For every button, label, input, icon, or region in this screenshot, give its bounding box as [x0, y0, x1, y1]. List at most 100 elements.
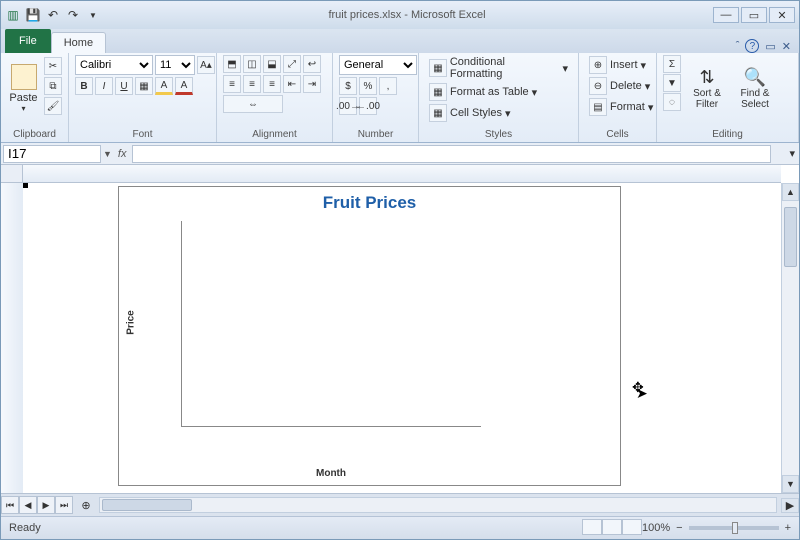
decrease-decimal-icon[interactable]: ←.00	[359, 97, 377, 115]
align-top-icon[interactable]: ⬒	[223, 55, 241, 73]
percent-icon[interactable]: %	[359, 77, 377, 95]
last-sheet-button[interactable]: ⏭	[55, 496, 73, 514]
decrease-indent-icon[interactable]: ⇤	[283, 75, 301, 93]
hscroll-thumb[interactable]	[102, 499, 192, 511]
increase-indent-icon[interactable]: ⇥	[303, 75, 321, 93]
autosum-icon[interactable]: Σ	[663, 55, 681, 73]
embedded-chart[interactable]: Fruit Prices Price Month	[118, 186, 621, 486]
accounting-icon[interactable]: $	[339, 77, 357, 95]
row-headers[interactable]	[1, 183, 23, 493]
format-painter-icon[interactable]: 🖌	[44, 97, 62, 115]
align-left-icon[interactable]: ≡	[223, 75, 241, 93]
page-break-view-icon[interactable]	[622, 519, 642, 535]
format-table-icon: ▦	[429, 83, 447, 101]
cell-styles-button[interactable]: ▦Cell Styles ▾	[425, 103, 515, 123]
save-icon[interactable]: 💾	[25, 7, 41, 23]
first-sheet-button[interactable]: ⏮	[1, 496, 19, 514]
wrap-text-icon[interactable]: ↩	[303, 55, 321, 73]
font-size-select[interactable]: 11	[155, 55, 195, 75]
tab-file[interactable]: File	[5, 29, 51, 53]
view-buttons[interactable]	[582, 519, 642, 538]
sort-filter-icon: ⇅	[699, 67, 714, 88]
normal-view-icon[interactable]	[582, 519, 602, 535]
quick-access-toolbar: ▥ 💾 ↶ ↷ ▼	[5, 7, 101, 23]
copy-icon[interactable]: ⧉	[44, 77, 62, 95]
format-as-table-button[interactable]: ▦Format as Table ▾	[425, 82, 541, 102]
font-name-select[interactable]: Calibri	[75, 55, 153, 75]
scroll-down-button[interactable]: ▼	[782, 475, 799, 493]
paste-button[interactable]: Paste ▾	[7, 55, 40, 121]
underline-button[interactable]: U	[115, 77, 133, 95]
insert-cells-button[interactable]: ⊕Insert ▾	[585, 55, 650, 75]
zoom-in-button[interactable]: +	[785, 522, 791, 534]
tab-home[interactable]: Home	[51, 32, 106, 53]
comma-icon[interactable]: ,	[379, 77, 397, 95]
number-format-select[interactable]: General	[339, 55, 417, 75]
merge-center-icon[interactable]: ⇔	[223, 95, 283, 113]
fill-icon[interactable]: ▼	[663, 74, 681, 92]
sheet-tab-bar: ⏮ ◀ ▶ ⏭ ⊕ ▶	[1, 493, 799, 516]
expand-formula-bar-icon[interactable]: ▾	[789, 147, 799, 160]
group-styles-label: Styles	[425, 127, 572, 140]
zoom-out-button[interactable]: −	[676, 522, 682, 534]
excel-icon: ▥	[5, 7, 21, 23]
cut-icon[interactable]: ✂	[44, 57, 62, 75]
restore-button[interactable]: ▭	[741, 7, 767, 23]
align-bottom-icon[interactable]: ⬓	[263, 55, 281, 73]
ribbon: Paste ▾ ✂ ⧉ 🖌 Clipboard Calibri 11 A▴ B …	[1, 53, 799, 143]
align-middle-icon[interactable]: ◫	[243, 55, 261, 73]
formula-input[interactable]	[132, 145, 771, 163]
help-icon[interactable]: ?	[745, 39, 759, 53]
new-sheet-button[interactable]: ⊕	[77, 499, 95, 512]
scroll-up-button[interactable]: ▲	[782, 183, 799, 201]
sort-filter-button[interactable]: ⇅ Sort & Filter	[685, 55, 729, 121]
name-box[interactable]	[3, 145, 101, 163]
group-font-label: Font	[75, 127, 210, 140]
window-options-icon[interactable]: ▭	[765, 40, 775, 53]
column-headers[interactable]	[23, 165, 781, 183]
next-sheet-button[interactable]: ▶	[37, 496, 55, 514]
minimize-button[interactable]: —	[713, 7, 739, 23]
align-right-icon[interactable]: ≡	[263, 75, 281, 93]
minimize-ribbon-icon[interactable]: ˆ	[736, 40, 740, 52]
increase-font-icon[interactable]: A▴	[197, 56, 215, 74]
chart-y-tick-labels	[135, 221, 179, 427]
insert-icon: ⊕	[589, 56, 607, 74]
active-cell[interactable]	[23, 183, 27, 187]
horizontal-scrollbar[interactable]	[99, 497, 777, 513]
find-select-button[interactable]: 🔍 Find & Select	[733, 55, 777, 121]
select-all-corner[interactable]	[1, 165, 23, 183]
namebox-dropdown-icon[interactable]: ▼	[103, 149, 112, 159]
bold-button[interactable]: B	[75, 77, 93, 95]
paste-label: Paste	[9, 92, 37, 104]
align-center-icon[interactable]: ≡	[243, 75, 261, 93]
inner-close-icon[interactable]: ✕	[782, 40, 791, 53]
cells-area[interactable]: Fruit Prices Price Month ✥➤	[23, 183, 799, 493]
vscroll-thumb[interactable]	[784, 207, 797, 267]
fill-color-icon[interactable]: A	[155, 77, 173, 95]
zoom-slider[interactable]	[689, 526, 779, 530]
qat-dropdown-icon[interactable]: ▼	[85, 7, 101, 23]
clear-icon[interactable]: ◌	[663, 93, 681, 111]
format-icon: ▤	[589, 98, 607, 116]
increase-decimal-icon[interactable]: .00→	[339, 97, 357, 115]
redo-icon[interactable]: ↷	[65, 7, 81, 23]
font-color-icon[interactable]: A	[175, 77, 193, 95]
worksheet-grid[interactable]: Fruit Prices Price Month ✥➤ ▲ ▼	[1, 165, 799, 493]
prev-sheet-button[interactable]: ◀	[19, 496, 37, 514]
page-layout-view-icon[interactable]	[602, 519, 622, 535]
border-icon[interactable]: ▦	[135, 77, 153, 95]
italic-button[interactable]: I	[95, 77, 113, 95]
close-button[interactable]: ✕	[769, 7, 795, 23]
format-cells-button[interactable]: ▤Format ▾	[585, 97, 657, 117]
undo-icon[interactable]: ↶	[45, 7, 61, 23]
conditional-formatting-button[interactable]: ▦Conditional Formatting ▾	[425, 55, 572, 81]
vertical-scrollbar[interactable]: ▲ ▼	[781, 183, 799, 493]
delete-cells-button[interactable]: ⊖Delete ▾	[585, 76, 654, 96]
fx-icon[interactable]: fx	[112, 148, 133, 160]
zoom-level[interactable]: 100%	[642, 522, 670, 534]
scroll-right-button[interactable]: ▶	[781, 498, 799, 513]
chart-x-axis-title: Month	[181, 468, 481, 479]
status-bar: Ready 100% − +	[1, 516, 799, 539]
orientation-icon[interactable]: ⤢	[283, 55, 301, 73]
